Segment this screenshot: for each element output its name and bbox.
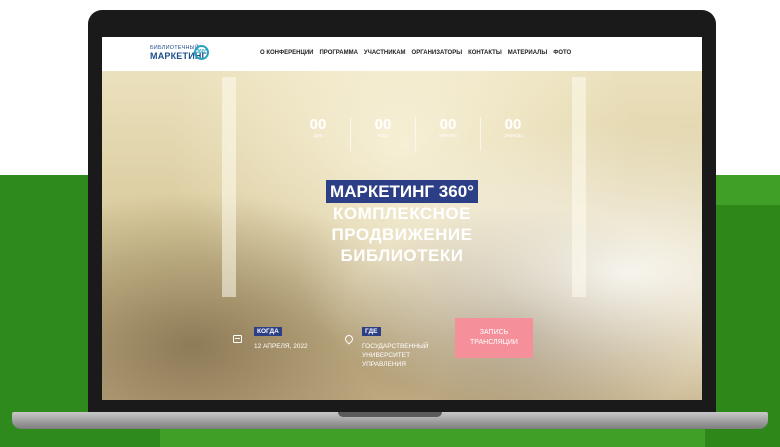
calendar-icon [233,335,242,343]
site-logo[interactable]: БИБЛИОТЕЧНЫЙ МАРКЕТИНГ 360° [150,43,212,65]
hero-title-line: БИБЛИОТЕКИ [340,246,464,265]
where-badge: ГДЕ [362,327,381,336]
event-date-value: 12 АПРЕЛЯ, 2022 [254,343,308,350]
countdown-value: 00 [504,116,522,133]
nav-item-materials[interactable]: МАТЕРИАЛЫ [508,50,548,56]
location-line: УПРАВЛЕНИЯ [362,361,406,368]
hero-title-highlight: МАРКЕТИНГ 360° [326,180,478,203]
hero-title-line: КОМПЛЕКСНОЕ [332,204,471,223]
countdown-label: минуты [439,133,457,139]
countdown-label: дни [313,133,323,139]
nav-item-participants[interactable]: УЧАСТНИКАМ [364,50,406,56]
stream-signup-button[interactable]: ЗАПИСЬ ТРАНСЛЯЦИИ [455,318,533,358]
event-location-value: ГОСУДАРСТВЕННЫЙ УНИВЕРСИТЕТ УПРАВЛЕНИЯ [362,342,428,369]
countdown-minutes: 00 минуты [416,117,481,151]
hero-title: МАРКЕТИНГ 360° КОМПЛЕКСНОЕ ПРОДВИЖЕНИЕ Б… [102,180,702,266]
nav-item-contacts[interactable]: КОНТАКТЫ [468,50,502,56]
countdown-label: секунды [503,133,523,139]
nav-item-photo[interactable]: ФОТО [553,50,571,56]
countdown-value: 00 [374,116,392,133]
nav-item-program[interactable]: ПРОГРАММА [319,50,357,56]
green-background-right [705,205,780,447]
location-line: ГОСУДАРСТВЕННЫЙ [362,343,429,350]
logo-360-icon: 360° [194,45,209,60]
when-badge: КОГДА [254,327,282,336]
cta-line: ЗАПИСЬ [479,329,509,336]
top-navigation: БИБЛИОТЕЧНЫЙ МАРКЕТИНГ 360° О КОНФЕРЕНЦИ… [102,37,702,71]
location-line: УНИВЕРСИТЕТ [362,352,411,359]
laptop-screen: БИБЛИОТЕЧНЫЙ МАРКЕТИНГ 360° О КОНФЕРЕНЦИ… [102,37,702,400]
main-menu: О КОНФЕРЕНЦИИ ПРОГРАММА УЧАСТНИКАМ ОРГАН… [260,50,571,56]
cta-line: ТРАНСЛЯЦИИ [470,339,518,346]
countdown-seconds: 00 секунды [481,117,545,151]
countdown-hours: 00 часы [351,117,416,151]
laptop-notch [338,412,442,417]
event-date: КОГДА 12 АПРЕЛЯ, 2022 [254,320,308,351]
countdown-timer: 00 дни 00 часы 00 минуты 00 секунды [286,117,545,151]
event-location: ГДЕ ГОСУДАРСТВЕННЫЙ УНИВЕРСИТЕТ УПРАВЛЕН… [362,320,428,369]
countdown-label: часы [377,133,389,139]
countdown-days: 00 дни [286,117,351,151]
countdown-value: 00 [439,116,457,133]
nav-item-about[interactable]: О КОНФЕРЕНЦИИ [260,50,313,56]
hero-title-line: ПРОДВИЖЕНИЕ [331,225,473,244]
countdown-value: 00 [309,116,327,133]
nav-item-organizers[interactable]: ОРГАНИЗАТОРЫ [412,50,463,56]
